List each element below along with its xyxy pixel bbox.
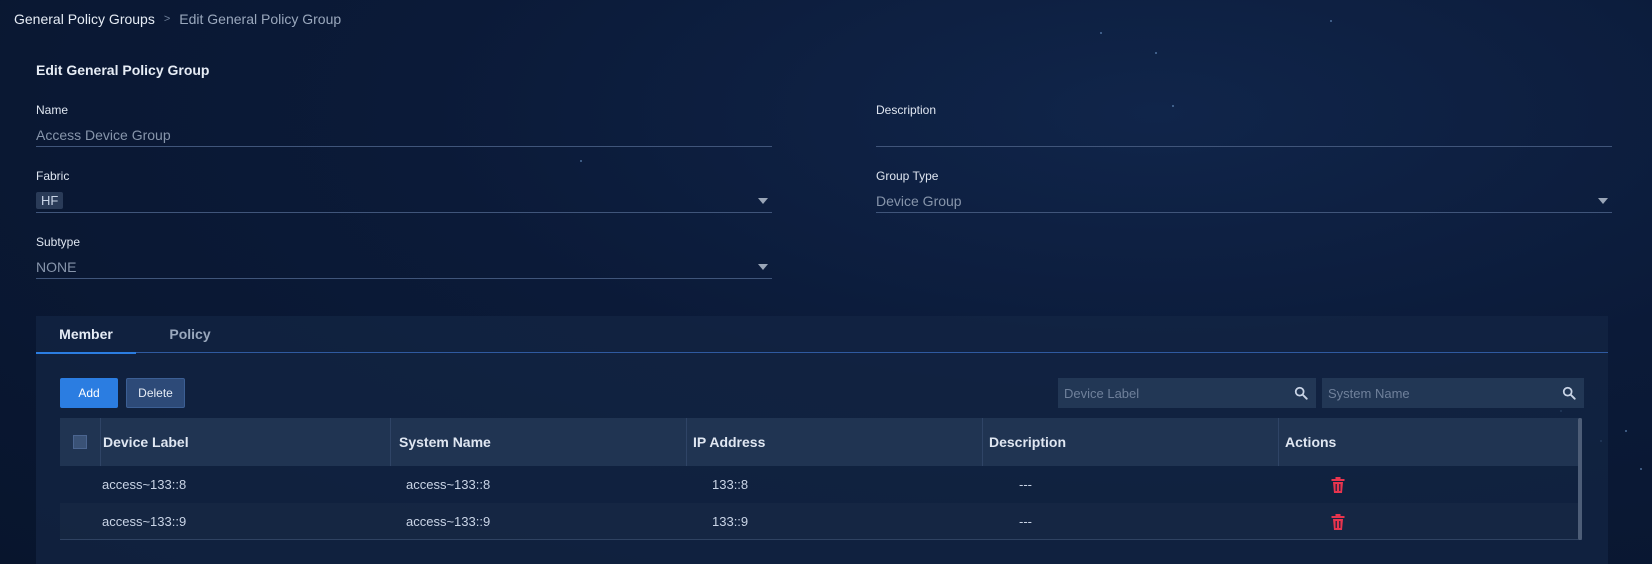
fabric-label: Fabric <box>36 169 70 183</box>
table-row[interactable]: access~133::8 access~133::8 133::8 --- <box>60 466 1582 503</box>
tab-policy[interactable]: Policy <box>140 316 240 353</box>
table-scrollbar[interactable] <box>1578 418 1582 540</box>
breadcrumb: General Policy Groups > Edit General Pol… <box>14 11 341 27</box>
group-type-label: Group Type <box>876 169 939 183</box>
subtype-field: Subtype NONE <box>36 235 772 279</box>
search-icon[interactable] <box>1562 386 1576 400</box>
breadcrumb-current: Edit General Policy Group <box>179 11 342 27</box>
chevron-down-icon <box>1598 198 1608 204</box>
cell-device-label: access~133::8 <box>102 477 187 492</box>
breadcrumb-separator: > <box>163 13 171 25</box>
add-button[interactable]: Add <box>60 378 118 408</box>
member-toolbar: Add Delete <box>60 378 1584 408</box>
device-label-search <box>1058 378 1316 408</box>
trash-icon[interactable] <box>1331 513 1345 530</box>
description-label: Description <box>876 103 937 117</box>
subtype-value: NONE <box>36 258 77 275</box>
breadcrumb-general-policy-groups[interactable]: General Policy Groups <box>14 11 155 27</box>
cell-ip-address: 133::8 <box>712 477 749 492</box>
cell-system-name: access~133::9 <box>406 514 491 529</box>
select-all-checkbox[interactable] <box>73 435 87 449</box>
column-header-device-label[interactable]: Device Label <box>100 418 390 466</box>
table-row[interactable]: access~133::9 access~133::9 133::9 --- <box>60 503 1582 540</box>
description-input[interactable] <box>876 123 1612 147</box>
description-field: Description <box>876 103 1612 147</box>
subtype-select[interactable]: NONE <box>36 255 772 279</box>
fabric-select[interactable]: HF <box>36 189 772 213</box>
fabric-field: Fabric HF <box>36 169 772 213</box>
page-title: Edit General Policy Group <box>36 62 210 78</box>
group-type-field: Group Type Device Group <box>876 169 1612 213</box>
cell-ip-address: 133::9 <box>712 514 749 529</box>
tab-bar: Member Policy <box>36 316 1608 354</box>
member-policy-panel: Member Policy Add Delete Device Label Sy… <box>36 316 1608 564</box>
table-header: Device Label System Name IP Address Desc… <box>60 418 1582 466</box>
tab-member[interactable]: Member <box>36 316 136 354</box>
trash-icon[interactable] <box>1331 476 1345 493</box>
group-type-value: Device Group <box>876 192 962 209</box>
delete-button[interactable]: Delete <box>126 378 185 408</box>
cell-device-label: access~133::9 <box>102 514 187 529</box>
chevron-down-icon <box>758 198 768 204</box>
name-input[interactable] <box>36 123 772 147</box>
cell-description: --- <box>1019 514 1032 529</box>
fabric-chip: HF <box>36 192 64 209</box>
member-table: Device Label System Name IP Address Desc… <box>60 418 1582 540</box>
column-header-actions: Actions <box>1278 418 1582 466</box>
system-name-search-input[interactable] <box>1328 385 1562 401</box>
column-header-description[interactable]: Description <box>982 418 1278 466</box>
search-icon[interactable] <box>1294 386 1308 400</box>
cell-description: --- <box>1019 477 1032 492</box>
subtype-label: Subtype <box>36 235 81 249</box>
group-type-select[interactable]: Device Group <box>876 189 1612 213</box>
chevron-down-icon <box>758 264 768 270</box>
name-field: Name <box>36 103 772 147</box>
system-name-search <box>1322 378 1584 408</box>
name-label: Name <box>36 103 69 117</box>
cell-system-name: access~133::8 <box>406 477 491 492</box>
column-header-system-name[interactable]: System Name <box>390 418 686 466</box>
device-label-search-input[interactable] <box>1064 385 1294 401</box>
column-header-ip-address[interactable]: IP Address <box>686 418 982 466</box>
